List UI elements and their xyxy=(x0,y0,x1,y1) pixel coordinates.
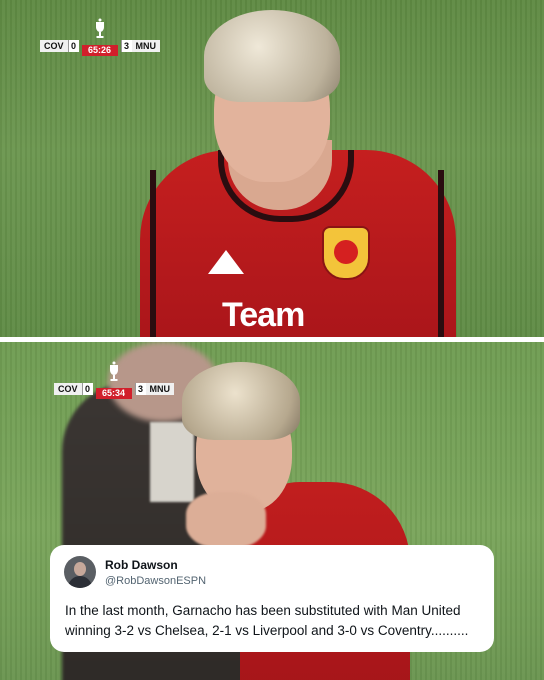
top-photo: Team COV 0 65:26 3 MNU xyxy=(0,0,544,337)
author-name[interactable]: Rob Dawson xyxy=(105,558,178,572)
away-score: 3 xyxy=(134,383,146,395)
author-handle[interactable]: @RobDawsonESPN xyxy=(105,575,206,587)
away-team: MNU xyxy=(131,40,161,52)
clock-group: 65:26 xyxy=(81,18,118,56)
club-crest-icon xyxy=(322,226,370,280)
home-team: COV xyxy=(54,383,82,395)
away-team: MNU xyxy=(145,383,175,395)
coach-hand xyxy=(186,492,266,548)
jersey-stripe-left xyxy=(150,170,156,337)
tweet-card[interactable]: Rob Dawson @RobDawsonESPN In the last mo… xyxy=(50,545,494,652)
home-score: 0 xyxy=(81,383,93,395)
jersey-sponsor: Team xyxy=(222,296,305,334)
coach-shirt xyxy=(150,422,194,502)
avatar-body xyxy=(68,576,92,588)
home-score: 0 xyxy=(67,40,79,52)
clock-group: 65:34 xyxy=(95,361,132,399)
player-hair xyxy=(182,362,300,440)
away-score: 3 xyxy=(120,40,132,52)
fa-cup-icon xyxy=(109,361,118,381)
fa-cup-icon xyxy=(95,18,104,38)
tweet-text: In the last month, Garnacho has been sub… xyxy=(65,603,469,638)
jersey-stripe-right xyxy=(438,170,444,337)
match-clock: 65:34 xyxy=(95,388,132,399)
scoreboard: COV 0 65:26 3 MNU xyxy=(40,18,161,56)
home-team: COV xyxy=(40,40,68,52)
avatar[interactable] xyxy=(64,556,96,588)
scoreboard: COV 0 65:34 3 MNU xyxy=(54,361,175,399)
player-hair xyxy=(204,10,340,102)
avatar-face xyxy=(74,562,86,576)
brand-logo-icon xyxy=(208,250,244,274)
match-clock: 65:26 xyxy=(81,45,118,56)
